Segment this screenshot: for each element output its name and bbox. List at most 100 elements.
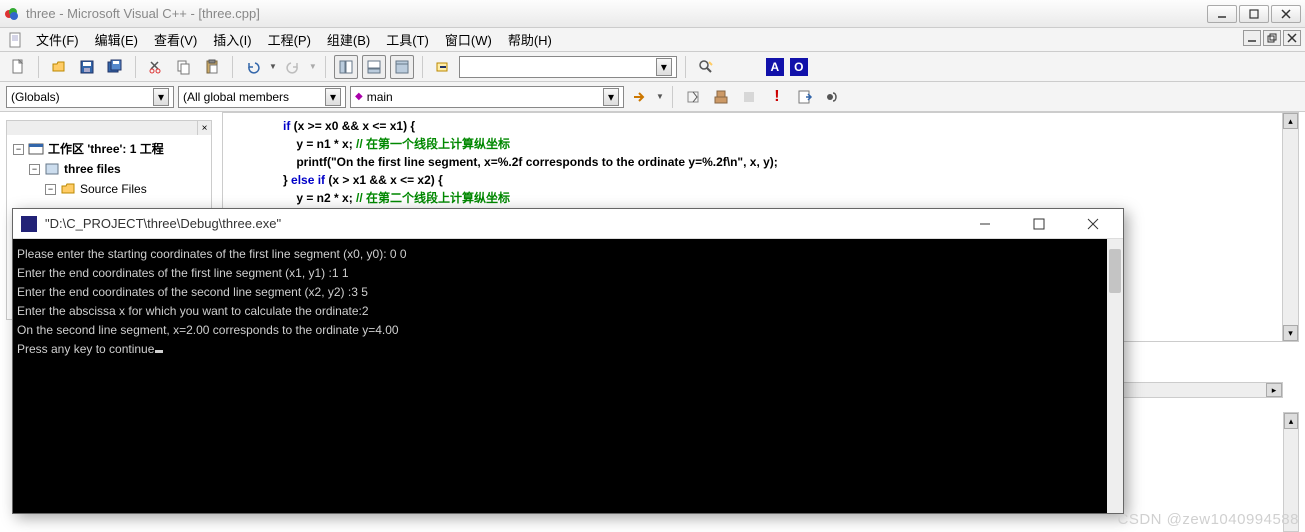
scroll-right-icon[interactable]: ▸ — [1266, 383, 1282, 397]
editor-vscrollbar[interactable]: ▴ ▾ — [1282, 113, 1298, 341]
menu-help[interactable]: 帮助(H) — [500, 28, 560, 51]
scroll-down-icon[interactable]: ▾ — [1283, 325, 1298, 341]
window-title: three - Microsoft Visual C++ - [three.cp… — [26, 6, 1207, 21]
tree-root-label: 工作区 'three': 1 工程 — [48, 139, 164, 159]
separator — [325, 56, 326, 78]
console-icon — [21, 216, 37, 232]
goto-dropdown-icon[interactable]: ▼ — [656, 92, 664, 101]
mdi-restore-button[interactable] — [1263, 30, 1281, 46]
compile-button[interactable] — [681, 85, 705, 109]
build-button[interactable] — [709, 85, 733, 109]
save-all-button[interactable] — [103, 55, 127, 79]
folder-icon — [60, 181, 76, 197]
console-maximize-button[interactable] — [1017, 210, 1061, 238]
client-area: × − 工作区 'three': 1 工程 − three files − So… — [0, 112, 1305, 532]
mdi-minimize-button[interactable] — [1243, 30, 1261, 46]
toolbar-standard: ▼ ▼ ▾ A O — [0, 52, 1305, 82]
members-combo-label: (All global members — [183, 90, 321, 104]
separator — [135, 56, 136, 78]
undo-button[interactable] — [241, 55, 265, 79]
code-content[interactable]: if (x >= x0 && x <= x1) { y = n1 * x; //… — [223, 113, 1298, 211]
new-file-button[interactable] — [6, 55, 30, 79]
menu-file[interactable]: 文件(F) — [28, 28, 87, 51]
chevron-down-icon[interactable]: ▾ — [325, 88, 341, 106]
save-button[interactable] — [75, 55, 99, 79]
menu-edit[interactable]: 编辑(E) — [87, 28, 146, 51]
tree-folder-label: Source Files — [80, 179, 147, 199]
cut-button[interactable] — [144, 55, 168, 79]
maximize-button[interactable] — [1239, 5, 1269, 23]
mdi-close-button[interactable] — [1283, 30, 1301, 46]
find-in-files-button[interactable] — [694, 55, 718, 79]
close-button[interactable] — [1271, 5, 1301, 23]
collapse-icon[interactable]: − — [13, 144, 24, 155]
scroll-up-icon[interactable]: ▴ — [1284, 413, 1298, 429]
go-button[interactable] — [793, 85, 817, 109]
tree-folder-source[interactable]: − Source Files — [13, 179, 211, 199]
window-list-button[interactable] — [390, 55, 414, 79]
scroll-up-icon[interactable]: ▴ — [1283, 113, 1298, 129]
redo-button[interactable] — [281, 55, 305, 79]
console-close-button[interactable] — [1071, 210, 1115, 238]
collapse-icon[interactable]: − — [45, 184, 56, 195]
collapse-icon[interactable]: − — [29, 164, 40, 175]
separator — [232, 56, 233, 78]
stop-build-button[interactable] — [737, 85, 761, 109]
toolbar-wizardbar: (Globals) ▾ (All global members ▾ ◆ main… — [0, 82, 1305, 112]
minimize-button[interactable] — [1207, 5, 1237, 23]
workspace-icon — [28, 141, 44, 157]
workspace-tree[interactable]: − 工作区 'three': 1 工程 − three files − Sour… — [7, 135, 211, 203]
paste-button[interactable] — [200, 55, 224, 79]
watermark: CSDN @zew1040994588 — [1118, 511, 1300, 528]
console-window: "D:\C_PROJECT\three\Debug\three.exe" Ple… — [12, 208, 1124, 514]
scrollbar-thumb[interactable] — [1109, 249, 1121, 293]
tree-project[interactable]: − three files — [13, 159, 211, 179]
output-button[interactable] — [362, 55, 386, 79]
menu-project[interactable]: 工程(P) — [260, 28, 319, 51]
breakpoint-button[interactable] — [821, 85, 845, 109]
console-title: "D:\C_PROJECT\three\Debug\three.exe" — [45, 216, 963, 231]
tree-workspace-root[interactable]: − 工作区 'three': 1 工程 — [13, 139, 211, 159]
console-output[interactable]: Please enter the starting coordinates of… — [13, 239, 1123, 513]
menu-insert[interactable]: 插入(I) — [205, 28, 259, 51]
goto-button[interactable] — [628, 85, 652, 109]
tree-project-label: three files — [64, 159, 121, 179]
workspace-toolbar: × — [7, 121, 211, 135]
console-vscrollbar[interactable] — [1107, 239, 1123, 513]
open-button[interactable] — [47, 55, 71, 79]
document-icon — [8, 32, 24, 48]
badge-a: A — [766, 58, 784, 76]
function-combo[interactable]: ◆ main ▾ — [350, 86, 624, 108]
find-button[interactable] — [431, 55, 455, 79]
members-combo[interactable]: (All global members ▾ — [178, 86, 346, 108]
function-icon: ◆ — [355, 91, 363, 102]
undo-dropdown-icon[interactable]: ▼ — [269, 62, 277, 71]
execute-button[interactable]: ! — [765, 85, 789, 109]
cursor-icon — [155, 350, 163, 353]
workspace-button[interactable] — [334, 55, 358, 79]
workspace-close-button[interactable]: × — [197, 121, 211, 135]
separator — [38, 56, 39, 78]
console-minimize-button[interactable] — [963, 210, 1007, 238]
project-icon — [44, 161, 60, 177]
menu-window[interactable]: 窗口(W) — [437, 28, 500, 51]
separator — [672, 86, 673, 108]
separator — [685, 56, 686, 78]
search-combo[interactable]: ▾ — [459, 56, 677, 78]
chevron-down-icon[interactable]: ▾ — [603, 88, 619, 106]
badge-o: O — [790, 58, 808, 76]
copy-button[interactable] — [172, 55, 196, 79]
titlebar: three - Microsoft Visual C++ - [three.cp… — [0, 0, 1305, 28]
chevron-down-icon[interactable]: ▾ — [656, 58, 672, 76]
menu-view[interactable]: 查看(V) — [146, 28, 205, 51]
globals-combo[interactable]: (Globals) ▾ — [6, 86, 174, 108]
function-combo-label: main — [367, 90, 599, 104]
globals-combo-label: (Globals) — [11, 90, 149, 104]
separator — [422, 56, 423, 78]
console-titlebar[interactable]: "D:\C_PROJECT\three\Debug\three.exe" — [13, 209, 1123, 239]
redo-dropdown-icon[interactable]: ▼ — [309, 62, 317, 71]
chevron-down-icon[interactable]: ▾ — [153, 88, 169, 106]
menu-build[interactable]: 组建(B) — [319, 28, 378, 51]
menubar: 文件(F) 编辑(E) 查看(V) 插入(I) 工程(P) 组建(B) 工具(T… — [0, 28, 1305, 52]
menu-tools[interactable]: 工具(T) — [378, 28, 437, 51]
